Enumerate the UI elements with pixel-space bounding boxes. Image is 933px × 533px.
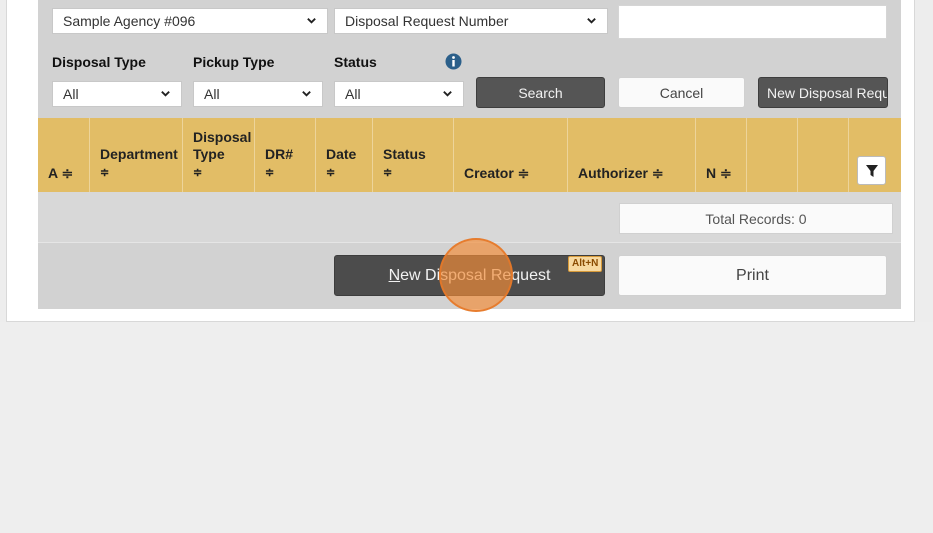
search-button-label: Search <box>518 84 563 101</box>
search-field-select[interactable]: Disposal Request Number <box>334 8 608 34</box>
agency-select[interactable]: Sample Agency #096 <box>52 8 328 34</box>
column-date-text: Date <box>326 146 357 162</box>
column-header-status[interactable]: Status ≑ <box>373 118 454 192</box>
filter-funnel-icon <box>865 164 878 177</box>
sort-icon: ≑ <box>100 167 110 179</box>
status-label: Status <box>334 54 377 70</box>
pickup-type-select-value: All <box>204 86 220 102</box>
column-header-empty-2 <box>798 118 849 192</box>
click-indicator <box>439 238 513 312</box>
chevron-down-icon <box>161 91 170 97</box>
table-header: A ≑ Department ≑ Disposal Type ≑ DR# ≑ Date ≑… <box>38 118 901 192</box>
column-header-disposal-type[interactable]: Disposal Type ≑ <box>183 118 255 192</box>
column-n-text: N ≑ <box>706 165 732 181</box>
disposal-type-select-value: All <box>63 86 79 102</box>
column-authorizer-text: Authorizer ≑ <box>578 165 664 181</box>
agency-select-value: Sample Agency #096 <box>63 13 196 29</box>
records-row: Total Records: 0 <box>38 192 901 243</box>
pickup-type-select[interactable]: All <box>193 81 323 107</box>
column-creator-text: Creator ≑ <box>464 165 530 181</box>
chevron-down-icon <box>587 18 596 24</box>
sort-icon: ≑ <box>326 167 336 179</box>
page-background <box>0 322 933 533</box>
sort-icon: ≑ <box>383 167 393 179</box>
column-department-text: Department <box>100 146 178 162</box>
column-header-empty-1 <box>747 118 798 192</box>
column-dr-text: DR# <box>265 146 294 162</box>
column-header-date[interactable]: Date ≑ <box>316 118 373 192</box>
column-a-text: A ≑ <box>48 165 74 181</box>
cancel-button[interactable]: Cancel <box>618 77 745 108</box>
cancel-button-label: Cancel <box>659 84 704 101</box>
column-header-authorizer[interactable]: Authorizer ≑ <box>568 118 696 192</box>
print-button-label: Print <box>736 266 769 284</box>
column-header-creator[interactable]: Creator ≑ <box>454 118 568 192</box>
sort-icon: ≑ <box>265 167 275 179</box>
column-filter-button[interactable] <box>857 156 886 185</box>
new-disposal-request-top-label: New Disposal Reque <box>767 84 888 101</box>
chevron-down-icon <box>302 91 311 97</box>
chevron-down-icon <box>307 18 316 24</box>
column-header-a[interactable]: A ≑ <box>38 118 90 192</box>
search-button[interactable]: Search <box>476 77 605 108</box>
print-button[interactable]: Print <box>618 255 887 296</box>
disposal-type-label: Disposal Type <box>52 54 146 70</box>
chevron-down-icon <box>443 91 452 97</box>
column-header-department[interactable]: Department ≑ <box>90 118 183 192</box>
search-text-input[interactable] <box>618 5 887 39</box>
disposal-type-select[interactable]: All <box>52 81 182 107</box>
new-disposal-request-top-button[interactable]: New Disposal Reque <box>758 77 888 108</box>
total-records-badge: Total Records: 0 <box>619 203 893 234</box>
column-header-n[interactable]: N ≑ <box>696 118 747 192</box>
column-disposal-text: Disposal <box>193 129 252 145</box>
column-status-text: Status <box>383 146 426 162</box>
total-records-text: Total Records: 0 <box>705 210 807 227</box>
column-type-text: Type <box>193 146 225 162</box>
sort-icon: ≑ <box>193 167 203 179</box>
shortcut-badge: Alt+N <box>568 256 603 272</box>
column-header-dr-number[interactable]: DR# ≑ <box>255 118 316 192</box>
status-select[interactable]: All <box>334 81 464 107</box>
status-select-value: All <box>345 86 361 102</box>
pickup-type-label: Pickup Type <box>193 54 275 70</box>
info-circle-icon[interactable] <box>445 53 462 70</box>
search-field-select-value: Disposal Request Number <box>345 13 509 29</box>
accesskey-letter: N <box>388 266 401 284</box>
